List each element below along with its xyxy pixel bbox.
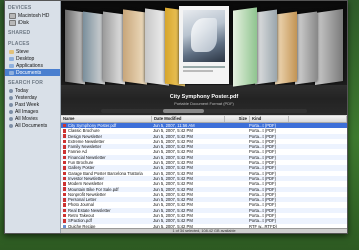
home-icon [9, 49, 14, 54]
sidebar-item[interactable]: Desktop [5, 55, 60, 62]
file-icon [63, 171, 66, 176]
finder-window: DEVICES Macintosh HD iDisk SHARED PLACES Stev… [4, 0, 348, 234]
sidebar-item[interactable]: All Images [5, 108, 60, 115]
cover-thumbnail[interactable] [65, 9, 85, 85]
sidebar-item[interactable]: Macintosh HD [5, 12, 60, 19]
column-header-spacer [289, 116, 347, 122]
cover-thumbnail[interactable] [233, 7, 257, 87]
file-icon [63, 213, 66, 218]
cover-flow-scrollbar[interactable] [101, 109, 307, 113]
sidebar-item-label: All Documents [15, 122, 48, 129]
sidebar: DEVICES Macintosh HD iDisk SHARED PLACES Stev… [5, 1, 61, 233]
cover-subtitle: Portable Document Format (PDF) [174, 101, 234, 106]
file-list: Name Date Modified Size Kind City Sympho… [61, 116, 347, 233]
sidebar-item[interactable]: iDisk [5, 19, 60, 26]
search-icon [9, 123, 13, 128]
file-icon [63, 198, 66, 202]
column-header-kind[interactable]: Kind [250, 116, 289, 122]
cover-thumbnail[interactable] [83, 11, 105, 85]
cover-flow[interactable]: City Symphony Poster.pdf Portable Docume… [61, 1, 347, 115]
folder-icon [9, 63, 14, 68]
sidebar-item-label: Steve [16, 48, 29, 55]
sidebar-item-label: Yesterday [15, 94, 38, 101]
search-icon [9, 95, 13, 100]
sidebar-item[interactable]: Today [5, 87, 60, 94]
column-header-date[interactable]: Date Modified [152, 116, 225, 122]
column-header-name[interactable]: Name [61, 116, 152, 122]
sidebar-item-label: Macintosh HD [18, 12, 50, 19]
sidebar-item-label: Applications [16, 62, 43, 69]
poster-text-line [183, 70, 213, 72]
sidebar-item-label: Desktop [16, 55, 35, 62]
search-icon [9, 88, 13, 93]
column-header-size[interactable]: Size [225, 116, 250, 122]
file-icon [63, 160, 66, 165]
file-icon [63, 208, 66, 213]
file-icon [63, 139, 66, 144]
folder-icon [9, 56, 14, 61]
poster-art [183, 10, 225, 62]
file-icon [63, 187, 66, 191]
file-icon [63, 123, 66, 128]
file-icon [63, 192, 66, 197]
file-icon [63, 134, 66, 138]
cover-thumbnail[interactable] [275, 11, 297, 85]
cover-thumbnail[interactable] [123, 9, 147, 85]
file-icon [63, 145, 66, 149]
file-icon [63, 155, 66, 160]
poster-text-line [183, 66, 225, 68]
sidebar-item[interactable]: Documents [5, 69, 60, 76]
file-icon [63, 166, 66, 170]
sidebar-item-label: Today [15, 87, 29, 94]
sidebar-item[interactable]: Past Week [5, 101, 60, 108]
sidebar-item-label: Past Week [15, 101, 40, 108]
selected-cover[interactable] [179, 6, 229, 84]
file-icon [63, 150, 66, 154]
sidebar-heading: DEVICES [8, 5, 32, 11]
file-icon [63, 203, 66, 207]
sidebar-item-label: All Movies [15, 115, 38, 122]
cover-title: City Symphony Poster.pdf [169, 94, 239, 100]
file-icon [63, 176, 66, 181]
sidebar-item[interactable]: Steve [5, 48, 60, 55]
file-icon [63, 182, 66, 186]
folder-icon [9, 70, 14, 75]
file-icon [63, 219, 66, 223]
search-icon [9, 102, 13, 107]
disk-icon [9, 12, 16, 19]
list-header: Name Date Modified Size Kind [61, 116, 347, 123]
cover-thumbnail[interactable] [315, 9, 343, 85]
status-bar: 1 of 34 selected, 108.42 GB available [61, 228, 347, 233]
sidebar-item[interactable]: Yesterday [5, 94, 60, 101]
sidebar-item-label: Documents [16, 69, 42, 76]
sidebar-heading: SEARCH FOR [8, 80, 44, 86]
sidebar-item[interactable]: Applications [5, 62, 60, 69]
sidebar-item[interactable]: All Movies [5, 115, 60, 122]
sidebar-item[interactable]: All Documents [5, 122, 60, 129]
cover-thumbnail[interactable] [103, 11, 125, 85]
search-icon [9, 116, 13, 121]
sidebar-heading: SHARED [8, 30, 31, 36]
cover-thumbnail[interactable] [255, 9, 277, 85]
search-icon [9, 109, 13, 114]
sidebar-item-label: iDisk [18, 19, 29, 26]
cover-thumbnail[interactable] [295, 11, 317, 85]
sidebar-item-label: All Images [15, 108, 39, 115]
disk-icon [9, 19, 16, 26]
list-rows: City Symphony Poster.pdf Jun 5, 2007, 11:… [61, 123, 347, 233]
cover-flow-scroll-thumb[interactable] [162, 109, 204, 113]
file-icon [63, 129, 66, 133]
sidebar-heading: PLACES [8, 41, 30, 47]
